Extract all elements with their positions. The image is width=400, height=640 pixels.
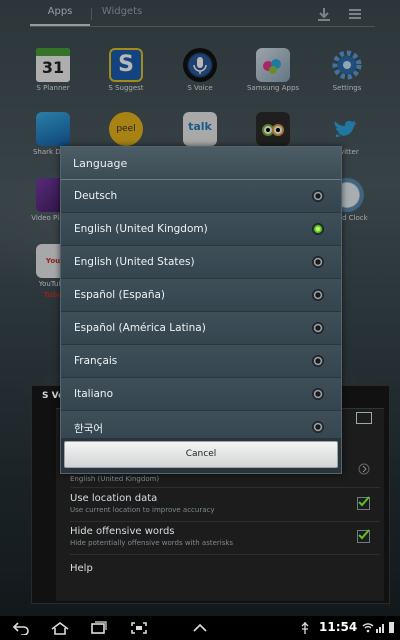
language-option-english-us[interactable]: English (United States) <box>61 246 341 279</box>
divider <box>70 487 380 488</box>
setting-title: Help <box>70 563 93 574</box>
battery-icon <box>389 622 394 633</box>
radio-button-selected[interactable] <box>312 223 324 235</box>
language-label: Deutsch <box>74 190 118 202</box>
language-label: English (United Kingdom) <box>74 223 208 235</box>
setting-title: Hide offensive words <box>70 526 175 537</box>
language-option-espanol-latina[interactable]: Español (América Latina) <box>61 312 341 345</box>
language-dialog: Language Deutsch English (United Kingdom… <box>60 146 342 474</box>
language-label: Italiano <box>74 388 113 400</box>
language-option-english-uk[interactable]: English (United Kingdom) <box>61 213 341 246</box>
radio-button[interactable] <box>312 421 324 433</box>
svoice-language-value: English (United Kingdom) <box>70 475 160 483</box>
dialog-button-bar: Cancel <box>61 438 341 473</box>
setting-hide-offensive[interactable]: Hide offensive words Hide potentially of… <box>70 526 370 547</box>
dialog-title-bar: Language <box>61 147 341 180</box>
screenshot-icon[interactable] <box>130 621 148 635</box>
signal-icon <box>376 624 384 633</box>
back-icon[interactable] <box>12 621 30 635</box>
status-clock: 11:54 <box>319 620 358 634</box>
radio-button[interactable] <box>312 256 324 268</box>
system-bar: 11:54 <box>0 616 400 640</box>
radio-button[interactable] <box>312 388 324 400</box>
language-label: English (United States) <box>74 256 195 268</box>
radio-button[interactable] <box>312 190 324 202</box>
chevron-right-icon <box>358 463 370 475</box>
setting-help[interactable]: Help <box>70 563 370 574</box>
language-option-espanol-espana[interactable]: Español (España) <box>61 279 341 312</box>
offensive-words-checkbox[interactable] <box>357 529 370 543</box>
chevron-up-icon[interactable] <box>192 621 208 635</box>
recent-apps-icon[interactable] <box>90 621 108 635</box>
radio-button[interactable] <box>312 355 324 367</box>
setting-subtitle: Use current location to improve accuracy <box>70 506 215 514</box>
language-label: 한국어 <box>74 423 103 435</box>
setting-title: Use location data <box>70 493 158 504</box>
setting-subtitle: Hide potentially offensive words with as… <box>70 539 234 547</box>
radio-button[interactable] <box>312 289 324 301</box>
language-option-italiano[interactable]: Italiano <box>61 378 341 411</box>
language-label: Español (España) <box>74 289 166 301</box>
cancel-button[interactable]: Cancel <box>64 441 338 468</box>
close-icon[interactable] <box>356 412 372 424</box>
language-label: Español (América Latina) <box>74 322 206 334</box>
divider <box>70 554 380 555</box>
setting-use-location[interactable]: Use location data Use current location t… <box>70 493 370 514</box>
language-label: Français <box>74 355 118 367</box>
divider <box>70 521 380 522</box>
usb-icon <box>301 622 309 634</box>
radio-button[interactable] <box>312 322 324 334</box>
language-option-deutsch[interactable]: Deutsch <box>61 180 341 213</box>
location-checkbox[interactable] <box>357 496 370 510</box>
home-icon[interactable] <box>50 621 70 635</box>
dialog-title: Language <box>73 157 128 170</box>
wifi-icon <box>362 623 374 633</box>
language-option-francais[interactable]: Français <box>61 345 341 378</box>
